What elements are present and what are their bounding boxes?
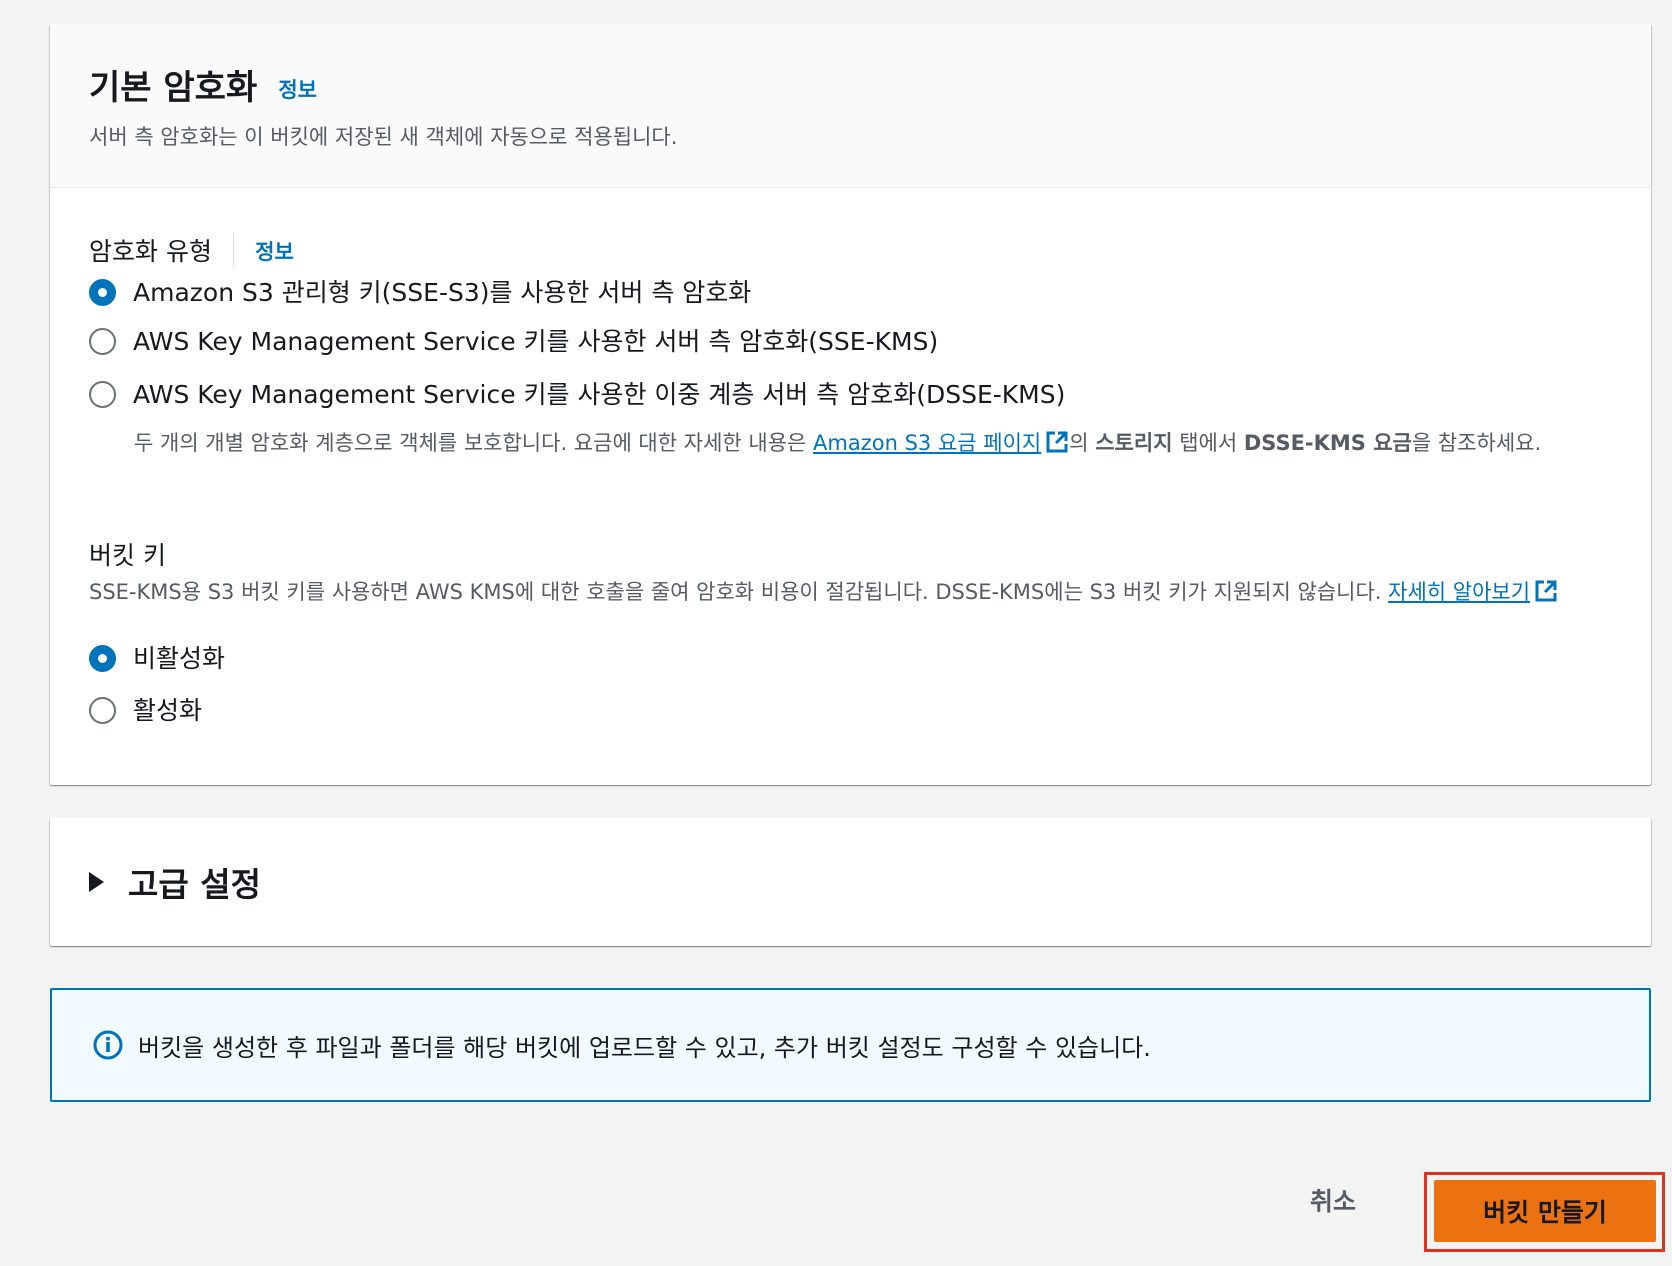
radio-label: 비활성화 xyxy=(133,644,226,673)
radio-button[interactable] xyxy=(89,279,116,306)
advanced-settings-toggle[interactable]: 고급 설정 xyxy=(89,858,261,906)
learn-more-link[interactable]: 자세히 알아보기 xyxy=(1388,580,1558,604)
s3-pricing-link[interactable]: Amazon S3 요금 페이지 xyxy=(813,431,1069,455)
advanced-settings-title: 고급 설정 xyxy=(128,865,261,904)
encryption-type-label: 암호화 유형 xyxy=(89,237,212,266)
encryption-type-info-link[interactable]: 정보 xyxy=(255,236,294,266)
radio-option-bucket-key-enable[interactable]: 활성화 xyxy=(89,695,202,727)
radio-label: AWS Key Management Service 키를 사용한 서버 측 암… xyxy=(133,327,939,356)
bucket-key-description: SSE-KMS용 S3 버킷 키를 사용하면 AWS KMS에 대한 호출을 줄… xyxy=(89,577,1644,607)
radio-option-sse-s3[interactable]: Amazon S3 관리형 키(SSE-S3)를 사용한 서버 측 암호화 xyxy=(89,277,751,309)
section-title: 기본 암호화 xyxy=(89,68,258,108)
bucket-key-label: 버킷 키 xyxy=(89,541,166,570)
radio-label: AWS Key Management Service 키를 사용한 이중 계층 … xyxy=(133,380,1066,409)
caret-right-icon xyxy=(89,872,104,892)
radio-button[interactable] xyxy=(89,645,116,672)
advanced-settings-panel: 고급 설정 xyxy=(50,818,1651,946)
radio-label: 활성화 xyxy=(133,696,203,725)
section-description: 서버 측 암호화는 이 버킷에 저장된 새 객체에 자동으로 적용됩니다. xyxy=(89,125,678,149)
info-banner: 버킷을 생성한 후 파일과 폴더를 해당 버킷에 업로드할 수 있고, 추가 버… xyxy=(50,988,1651,1102)
encryption-type-label-row: 암호화 유형 정보 xyxy=(89,232,294,268)
create-bucket-button[interactable]: 버킷 만들기 xyxy=(1434,1180,1656,1242)
radio-button[interactable] xyxy=(89,697,116,724)
external-link-icon xyxy=(1535,580,1557,602)
cancel-button[interactable]: 취소 xyxy=(1310,1182,1356,1218)
info-icon xyxy=(93,1030,123,1060)
dsse-kms-description: 두 개의 개별 암호화 계층으로 객체를 보호합니다. 요금에 대한 자세한 내… xyxy=(134,431,1542,455)
default-encryption-panel: 기본 암호화 정보 서버 측 암호화는 이 버킷에 저장된 새 객체에 자동으로… xyxy=(50,24,1651,785)
info-banner-text: 버킷을 생성한 후 파일과 폴더를 해당 버킷에 업로드할 수 있고, 추가 버… xyxy=(138,1033,1151,1062)
external-link-icon xyxy=(1046,431,1068,453)
divider xyxy=(233,233,235,267)
radio-label: Amazon S3 관리형 키(SSE-S3)를 사용한 서버 측 암호화 xyxy=(133,278,752,307)
radio-button[interactable] xyxy=(89,381,116,408)
info-link[interactable]: 정보 xyxy=(278,74,317,104)
radio-option-sse-kms[interactable]: AWS Key Management Service 키를 사용한 서버 측 암… xyxy=(89,326,938,358)
panel-header: 기본 암호화 정보 서버 측 암호화는 이 버킷에 저장된 새 객체에 자동으로… xyxy=(50,24,1651,188)
radio-button[interactable] xyxy=(89,328,116,355)
radio-option-bucket-key-disable[interactable]: 비활성화 xyxy=(89,643,225,675)
radio-option-dsse-kms[interactable]: AWS Key Management Service 키를 사용한 이중 계층 … xyxy=(89,379,1065,411)
